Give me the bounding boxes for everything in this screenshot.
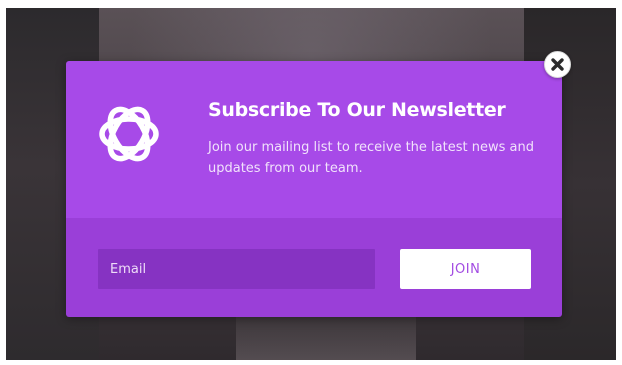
join-button[interactable]: JOIN xyxy=(400,249,531,289)
popup-subtitle: Join our mailing list to receive the lat… xyxy=(208,140,534,176)
close-icon xyxy=(551,58,564,71)
flower-logo-icon xyxy=(99,106,159,162)
close-button[interactable] xyxy=(544,51,571,78)
newsletter-popup: Subscribe To Our Newsletter Join our mai… xyxy=(66,61,562,317)
popup-title: Subscribe To Our Newsletter xyxy=(208,99,506,121)
email-input[interactable] xyxy=(98,249,375,289)
